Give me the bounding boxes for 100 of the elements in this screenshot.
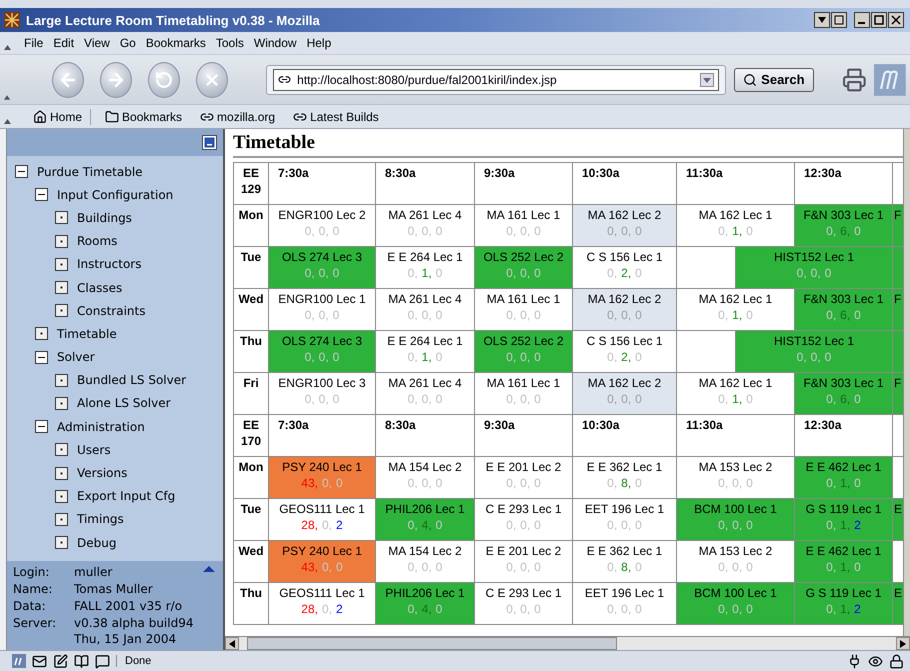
leaf-icon[interactable] bbox=[55, 396, 68, 410]
class-cell[interactable]: F&N 303 Lec 1 0, 6, 0 bbox=[795, 205, 893, 247]
class-cell[interactable]: HIST152 Lec 1 0, 0, 0 bbox=[736, 331, 893, 373]
class-cell[interactable]: PSY 240 Lec 1 43, 0, 0 bbox=[269, 457, 376, 499]
class-cell[interactable]: EET 196 Lec 1 0, 0, 0 bbox=[573, 583, 677, 625]
printer-icon[interactable] bbox=[842, 66, 866, 94]
class-cell[interactable]: E E 362 Lec 1 0, 8, 0 bbox=[573, 457, 677, 499]
tree-item[interactable]: Export Input Cfg bbox=[77, 489, 176, 504]
menu-item[interactable]: Bookmarks bbox=[140, 34, 211, 52]
class-cell[interactable]: BCM 100 Lec 1 0, 0, 0 bbox=[677, 583, 795, 625]
forward-button[interactable] bbox=[100, 62, 132, 98]
bookmark-link[interactable]: Latest Builds bbox=[289, 108, 383, 124]
class-cell[interactable]: E E 201 Lec 2 0, 0, 0 bbox=[475, 457, 573, 499]
menu-item[interactable]: Edit bbox=[48, 34, 80, 52]
class-cell[interactable]: F bbox=[893, 289, 903, 331]
tree-item[interactable]: Rooms bbox=[77, 234, 118, 248]
class-cell[interactable]: PSY 240 Lec 1 43, 0, 0 bbox=[269, 541, 376, 583]
class-cell[interactable]: MA 162 Lec 1 0, 1, 0 bbox=[677, 373, 795, 415]
class-cell[interactable]: ENGR100 Lec 3 0, 0, 0 bbox=[269, 373, 376, 415]
class-cell[interactable]: E E 264 Lec 1 0, 1, 0 bbox=[376, 247, 475, 289]
menu-item[interactable]: File bbox=[19, 34, 48, 52]
class-cell[interactable]: E bbox=[893, 583, 903, 625]
leaf-icon[interactable] bbox=[55, 466, 68, 480]
chat-icon[interactable] bbox=[95, 654, 110, 668]
grip-icon[interactable] bbox=[4, 119, 11, 124]
back-button[interactable] bbox=[52, 62, 84, 98]
window-menu-icon[interactable] bbox=[814, 12, 848, 28]
leaf-icon[interactable] bbox=[55, 490, 68, 503]
horizontal-scrollbar[interactable] bbox=[225, 636, 910, 650]
tree-item[interactable]: Solver bbox=[57, 350, 95, 364]
class-cell[interactable]: C E 293 Lec 1 0, 0, 0 bbox=[475, 583, 573, 625]
collapse-icon[interactable] bbox=[35, 420, 48, 434]
bookmark-link[interactable]: mozilla.org bbox=[196, 108, 280, 124]
class-cell[interactable]: MA 161 Lec 1 0, 0, 0 bbox=[475, 373, 573, 415]
menu-item[interactable]: Help bbox=[302, 34, 336, 52]
class-cell[interactable]: E E 362 Lec 1 0, 8, 0 bbox=[573, 541, 677, 583]
class-cell[interactable]: MA 162 Lec 2 0, 0, 0 bbox=[573, 205, 677, 247]
menu-item[interactable]: Go bbox=[114, 34, 141, 52]
tree-item[interactable]: Bundled LS Solver bbox=[77, 373, 186, 388]
class-cell[interactable]: MA 162 Lec 1 0, 1, 0 bbox=[677, 289, 795, 331]
class-cell[interactable]: OLS 252 Lec 2 0, 0, 0 bbox=[475, 247, 573, 289]
leaf-icon[interactable] bbox=[35, 327, 48, 340]
window-controls-icon[interactable] bbox=[854, 12, 906, 28]
tree-item[interactable]: Buildings bbox=[77, 210, 132, 225]
reload-button[interactable] bbox=[148, 62, 180, 98]
grip-icon[interactable] bbox=[4, 95, 10, 100]
tree-item[interactable]: Input Configuration bbox=[57, 188, 174, 202]
class-cell[interactable]: MA 162 Lec 2 0, 0, 0 bbox=[573, 289, 677, 331]
browser-icon[interactable] bbox=[12, 654, 26, 668]
dropdown-icon[interactable] bbox=[700, 72, 714, 86]
class-cell[interactable]: C E 293 Lec 1 0, 0, 0 bbox=[475, 499, 573, 541]
class-cell[interactable]: OLS 252 Lec 2 0, 0, 0 bbox=[475, 331, 573, 373]
bookmark-link[interactable]: Home bbox=[29, 108, 92, 124]
class-cell[interactable]: E E 462 Lec 1 0, 1, 0 bbox=[795, 457, 893, 499]
tree-item[interactable]: Alone LS Solver bbox=[77, 396, 171, 410]
leaf-icon[interactable] bbox=[55, 234, 68, 248]
class-cell[interactable]: F bbox=[893, 205, 903, 247]
leaf-icon[interactable] bbox=[55, 281, 68, 294]
leaf-icon[interactable] bbox=[55, 536, 68, 550]
minimize-icon[interactable] bbox=[202, 135, 217, 150]
class-cell[interactable]: MA 162 Lec 1 0, 1, 0 bbox=[677, 205, 795, 247]
search-button[interactable]: Search bbox=[734, 68, 814, 92]
stop-button[interactable] bbox=[196, 62, 228, 98]
class-cell[interactable]: ENGR100 Lec 1 0, 0, 0 bbox=[269, 289, 376, 331]
class-cell[interactable]: C S 156 Lec 1 0, 2, 0 bbox=[573, 331, 677, 373]
class-cell[interactable]: F&N 303 Lec 1 0, 6, 0 bbox=[795, 289, 893, 331]
class-cell[interactable]: MA 154 Lec 2 0, 0, 0 bbox=[376, 457, 475, 499]
menu-item[interactable]: Window bbox=[248, 34, 302, 52]
collapse-icon[interactable] bbox=[35, 350, 48, 364]
scroll-left-icon[interactable] bbox=[229, 640, 235, 648]
class-cell[interactable]: MA 161 Lec 1 0, 0, 0 bbox=[475, 205, 573, 247]
leaf-icon[interactable] bbox=[55, 258, 68, 271]
menu-item[interactable]: View bbox=[79, 34, 115, 52]
tree-item[interactable]: Debug bbox=[77, 536, 116, 550]
class-cell[interactable]: PHIL206 Lec 1 0, 4, 0 bbox=[376, 583, 475, 625]
vertical-scrollbar[interactable] bbox=[903, 129, 910, 636]
class-cell[interactable]: GEOS111 Lec 1 28, 0, 2 bbox=[269, 583, 376, 625]
class-cell[interactable]: MA 154 Lec 2 0, 0, 0 bbox=[376, 541, 475, 583]
grip-icon[interactable] bbox=[4, 45, 11, 50]
class-cell[interactable]: OLS 274 Lec 3 0, 0, 0 bbox=[269, 247, 376, 289]
leaf-icon[interactable] bbox=[55, 211, 68, 224]
class-cell[interactable]: PHIL206 Lec 1 0, 4, 0 bbox=[376, 499, 475, 541]
class-cell[interactable]: EET 196 Lec 1 0, 0, 0 bbox=[573, 499, 677, 541]
class-cell[interactable]: MA 261 Lec 4 0, 0, 0 bbox=[376, 373, 475, 415]
leaf-icon[interactable] bbox=[55, 512, 68, 526]
class-cell[interactable]: MA 161 Lec 1 0, 0, 0 bbox=[475, 289, 573, 331]
collapse-icon[interactable] bbox=[15, 165, 28, 178]
tree-item[interactable]: Administration bbox=[57, 420, 145, 434]
class-cell[interactable]: E E 462 Lec 1 0, 1, 0 bbox=[795, 541, 893, 583]
class-cell[interactable]: MA 162 Lec 2 0, 0, 0 bbox=[573, 373, 677, 415]
tree-item[interactable]: Constraints bbox=[77, 304, 146, 318]
class-cell[interactable]: C S 156 Lec 1 0, 2, 0 bbox=[573, 247, 677, 289]
menu-item[interactable]: Tools bbox=[210, 34, 249, 52]
class-cell[interactable]: G S 119 Lec 1 0, 1, 2 bbox=[795, 583, 893, 625]
class-cell[interactable]: MA 153 Lec 2 0, 0, 0 bbox=[677, 457, 795, 499]
class-cell[interactable]: HIST152 Lec 1 0, 0, 0 bbox=[736, 247, 893, 289]
bookmark-link[interactable]: Bookmarks bbox=[101, 108, 186, 124]
tree-item[interactable]: Timings bbox=[77, 512, 124, 526]
class-cell[interactable]: OLS 274 Lec 3 0, 0, 0 bbox=[269, 331, 376, 373]
tree-item[interactable]: Instructors bbox=[77, 257, 142, 272]
